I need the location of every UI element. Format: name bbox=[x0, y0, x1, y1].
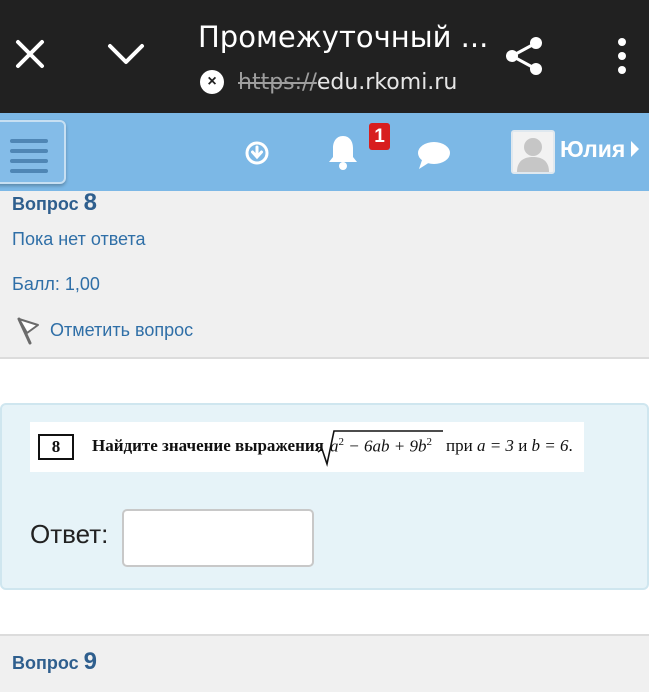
url-host: edu.rkomi.ru bbox=[316, 69, 458, 95]
flag-icon[interactable] bbox=[14, 315, 42, 345]
question-state: Пока нет ответа bbox=[12, 229, 146, 249]
page-title: Промежуточный ... bbox=[198, 20, 489, 54]
cond-and: и bbox=[518, 436, 528, 455]
question-content: 8 Найдите значение выражения a 2 − 6ab + … bbox=[0, 403, 649, 590]
question-number: 8 bbox=[83, 189, 98, 216]
browser-toolbar: Промежуточный ... × https://edu.rkomi.ru bbox=[0, 0, 649, 113]
task-text: Найдите значение выражения bbox=[92, 436, 324, 455]
expr-middle: − 6ab + 9b bbox=[344, 436, 427, 456]
chat-icon[interactable] bbox=[416, 140, 452, 170]
question-9-number: 9 bbox=[83, 648, 98, 675]
flag-question-link[interactable]: Отметить вопрос bbox=[50, 320, 193, 341]
cond-word: при bbox=[446, 436, 473, 455]
task-condition: при a = 3 и b = 6. bbox=[446, 436, 573, 456]
task-expression: a2 − 6ab + 9b2 bbox=[330, 436, 432, 457]
hamburger-menu-icon[interactable] bbox=[0, 120, 66, 184]
more-vert-icon[interactable] bbox=[610, 36, 634, 76]
download-icon[interactable] bbox=[244, 140, 270, 166]
address-bar[interactable]: × https://edu.rkomi.ru bbox=[200, 66, 457, 98]
task-number: 8 bbox=[38, 434, 74, 460]
bell-icon[interactable] bbox=[326, 133, 360, 171]
answer-label: Ответ: bbox=[30, 519, 109, 549]
close-icon[interactable] bbox=[10, 34, 50, 74]
avatar[interactable] bbox=[511, 130, 555, 174]
url-text: https://edu.rkomi.ru bbox=[238, 70, 457, 95]
question-grade: Балл: 1,00 bbox=[12, 274, 100, 294]
expr-exponent-2: 2 bbox=[426, 436, 432, 448]
caret-right-icon[interactable] bbox=[631, 141, 639, 157]
problem-image: 8 Найдите значение выражения a 2 − 6ab + … bbox=[30, 422, 584, 472]
share-icon[interactable] bbox=[502, 34, 546, 78]
answer-input[interactable] bbox=[122, 509, 314, 567]
question-info-panel: Вопрос 8 Пока нет ответа Балл: 1,00 Отме… bbox=[0, 189, 649, 359]
url-scheme: https:// bbox=[238, 69, 317, 95]
question-9-title: Вопрос 9 bbox=[12, 648, 97, 676]
notification-badge: 1 bbox=[369, 123, 390, 150]
question-title: Вопрос 8 bbox=[12, 189, 97, 217]
cond-a: a = 3 bbox=[476, 436, 514, 455]
chevron-down-icon[interactable] bbox=[104, 34, 148, 74]
user-name[interactable]: Юлия bbox=[560, 136, 625, 163]
question-9-label: Вопрос bbox=[12, 653, 79, 673]
cond-b: b = 6 bbox=[531, 436, 569, 455]
not-secure-icon: × bbox=[200, 70, 224, 94]
question-label: Вопрос bbox=[12, 194, 79, 214]
question-9-info-panel: Вопрос 9 bbox=[0, 634, 649, 692]
expr-a: a bbox=[330, 436, 339, 456]
cond-end: . bbox=[568, 436, 573, 455]
